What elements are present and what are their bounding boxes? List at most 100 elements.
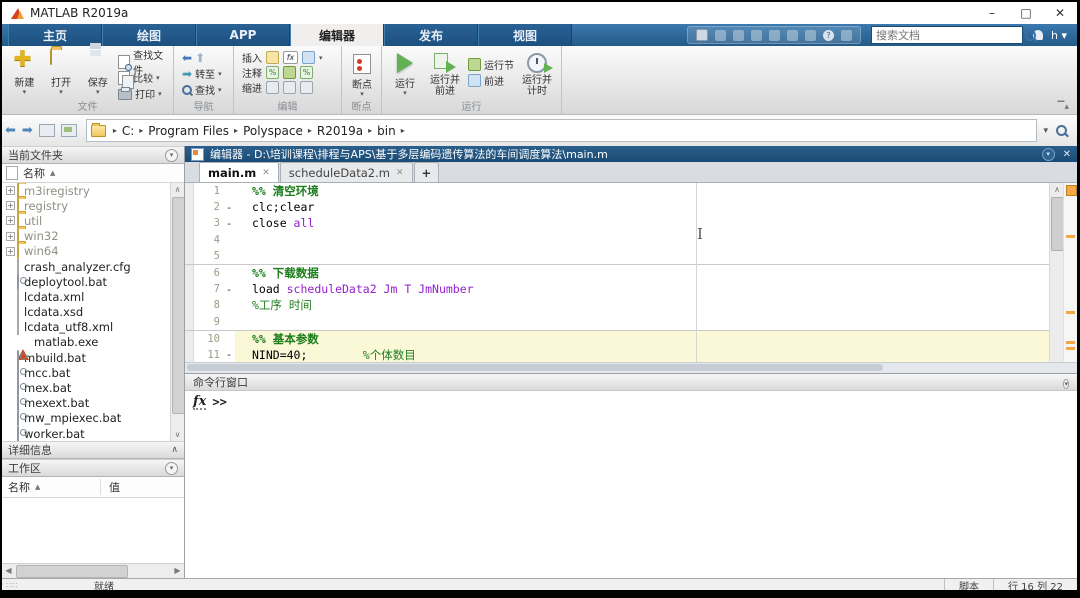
run-and-advance-button[interactable]: 运行并前进 [428,50,462,97]
breakpoint-gutter[interactable] [185,331,194,347]
browse-folder-icon[interactable] [61,124,77,137]
message-indicator-icon[interactable] [1066,185,1077,196]
fx-icon[interactable]: fx [193,395,206,410]
code-line-5[interactable]: 5 [185,248,1050,264]
command-window[interactable]: fx >> [185,391,1077,578]
breakpoint-gutter[interactable] [185,314,194,330]
ribbon-tab-发布[interactable]: 发布 [384,24,478,46]
back-arrow-icon[interactable]: ⬅ [182,52,192,64]
breakpoint-gutter[interactable] [185,248,194,264]
breadcrumb-segment[interactable]: Program Files [146,124,231,138]
new-button[interactable]: ✚ 新建 ▾ [8,50,41,100]
insert-image-icon[interactable] [302,51,315,64]
breadcrumb-segment[interactable]: Polyspace [241,124,305,138]
ribbon-tab-APP[interactable]: APP [196,24,290,46]
file-row[interactable]: worker.bat [2,426,184,441]
scroll-right-icon[interactable]: ▶ [171,564,184,577]
breakpoint-gutter[interactable] [185,199,194,215]
scroll-left-icon[interactable]: ◀ [2,564,15,577]
file-row[interactable]: +registry [2,198,184,213]
file-row[interactable]: +m3iregistry [2,183,184,198]
breakpoint-gutter[interactable] [185,265,194,281]
file-row[interactable]: mw_mpiexec.bat [2,411,184,426]
smart-indent-icon[interactable] [266,81,279,94]
close-tab-icon[interactable]: ✕ [262,168,270,178]
editor-scrollbar[interactable]: ∧ [1049,183,1064,362]
workspace-name-column[interactable]: 名称▲ [2,479,101,495]
code-line-6[interactable]: 6%% 下载数据 [185,264,1050,281]
editor-hscrollbar[interactable] [185,362,1077,373]
close-tab-icon[interactable]: ✕ [396,168,404,178]
current-folder-menu-icon[interactable]: ▾ [165,149,178,162]
workspace-value-column[interactable]: 值 [101,479,120,495]
new-tab-button[interactable]: + [414,162,440,182]
breakpoints-button[interactable]: 断点 ▾ [345,50,379,97]
minimize-button[interactable]: – [975,2,1009,24]
code-line-11[interactable]: 11-NIND=40; %个体数目 [185,347,1050,362]
insert-row[interactable]: 插入 fx ▾ [234,50,341,65]
code-line-8[interactable]: 8%工序 时间 [185,297,1050,313]
code-line-7[interactable]: 7-load scheduleData2 Jm T JmNumber [185,281,1050,297]
scroll-up-icon[interactable]: ∧ [1050,183,1064,196]
up-folder-icon[interactable] [39,124,55,137]
scroll-up-icon[interactable]: ∧ [171,183,184,196]
breadcrumb-segment[interactable]: C: [120,124,136,138]
collapse-ribbon-button[interactable]: ▔▴ [1058,102,1069,112]
file-row[interactable]: mex.bat [2,380,184,395]
run-button[interactable]: 运行 ▾ [388,50,422,97]
code-line-2[interactable]: 2-clc;clear [185,199,1050,215]
help-icon[interactable]: ? [823,30,834,41]
details-panel-header[interactable]: 详细信息 ∧ [2,441,184,459]
uncomment-icon[interactable] [283,66,296,79]
run-and-time-button[interactable]: 运行并计时 [520,50,554,97]
search-icon[interactable] [1025,30,1036,41]
save-icon[interactable] [696,29,708,41]
insert-fx-icon[interactable]: fx [283,51,298,64]
command-window-header[interactable]: 命令行窗口 ▾ [185,373,1077,391]
print-icon[interactable] [805,30,816,41]
file-row[interactable]: mbuild.bat [2,350,184,365]
copy-icon[interactable] [733,30,744,41]
save-button[interactable]: 保存 ▾ [81,50,114,100]
file-row[interactable]: lcdata_utf8.xml [2,320,184,335]
expand-icon[interactable]: + [6,232,15,241]
find-button[interactable]: 查找 ▾ [182,83,233,96]
file-row[interactable]: +win64 [2,244,184,259]
editor-close-icon[interactable]: ✕ [1063,149,1071,160]
redo-icon[interactable] [787,30,798,41]
file-row[interactable]: +util [2,213,184,228]
breadcrumb-dropdown-icon[interactable]: ▾ [1043,128,1048,134]
doc-search-input[interactable] [872,29,1025,42]
breadcrumb-segment[interactable]: bin [375,124,398,138]
editor-menu-icon[interactable]: ▾ [1042,148,1055,161]
folder-search-icon[interactable] [1056,125,1067,136]
breakpoint-gutter[interactable] [185,297,194,313]
breakpoint-gutter[interactable] [185,215,194,231]
run-section-button[interactable]: 运行节 [468,58,514,71]
ribbon-tab-视图[interactable]: 视图 [478,24,572,46]
workspace-hscrollbar[interactable]: ◀ ▶ [2,563,184,578]
paste-icon[interactable] [751,30,762,41]
undo-icon[interactable] [769,30,780,41]
breakpoint-gutter[interactable] [185,281,194,297]
expand-icon[interactable]: + [6,186,15,195]
indent-row[interactable]: 缩进 [234,80,341,95]
advance-button[interactable]: 前进 [468,74,514,87]
breakpoint-gutter[interactable] [185,347,194,362]
comment-row[interactable]: 注释 % % [234,65,341,80]
editor-tab-scheduleData2.m[interactable]: scheduleData2.m✕ [280,162,413,182]
file-row[interactable]: mcc.bat [2,365,184,380]
find-files-button[interactable]: 查找文件 [118,55,171,68]
user-menu[interactable]: h ▾ [1051,29,1067,42]
cut-icon[interactable] [715,30,726,41]
ribbon-tab-编辑器[interactable]: 编辑器 [290,24,384,46]
comment-icon[interactable]: % [266,66,279,79]
command-window-menu-icon[interactable]: ▾ [1063,379,1069,389]
workspace-body[interactable] [2,498,184,563]
command-prompt[interactable]: >> [212,395,226,409]
file-row[interactable]: mexext.bat [2,396,184,411]
breadcrumb-segment[interactable]: R2019a [315,124,365,138]
name-column-header[interactable]: 名称 ▲ [2,164,184,183]
scroll-down-icon[interactable]: ∨ [171,428,184,441]
compare-button[interactable]: 比较 ▾ [118,71,171,84]
